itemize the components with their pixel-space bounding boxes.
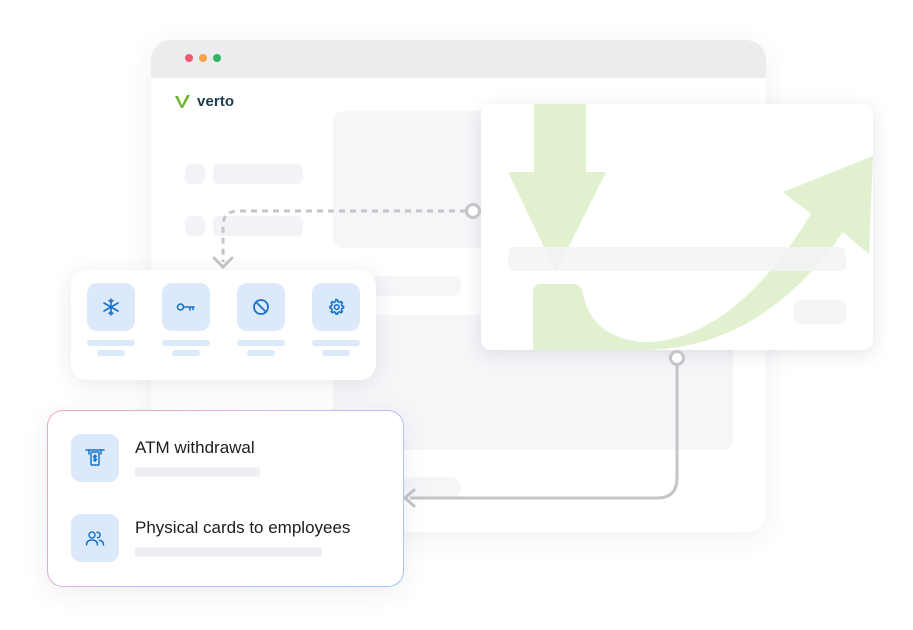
action-label-skeleton xyxy=(312,340,360,346)
feature-description-skeleton xyxy=(135,547,322,557)
users-icon xyxy=(85,531,105,546)
action-label-skeleton xyxy=(237,340,285,346)
atm-withdrawal-icon-tile xyxy=(71,434,119,482)
action-label-skeleton xyxy=(172,350,200,356)
action-label-skeleton xyxy=(247,350,275,356)
block-icon xyxy=(253,299,269,315)
physical-cards-icon-tile xyxy=(71,514,119,562)
freeze-card-button[interactable] xyxy=(87,283,135,331)
card-actions-panel xyxy=(71,270,376,380)
feature-description-skeleton xyxy=(135,467,260,477)
action-label-skeleton xyxy=(97,350,125,356)
atm-cash-icon xyxy=(85,449,105,466)
card-pin-button[interactable] xyxy=(162,283,210,331)
gear-icon xyxy=(329,298,345,315)
action-label-skeleton xyxy=(162,340,210,346)
action-label-skeleton xyxy=(87,340,135,346)
feature-title-atm-withdrawal: ATM withdrawal xyxy=(135,438,255,457)
features-panel: ATM withdrawal Physical cards to employe… xyxy=(47,410,404,587)
card-settings-button[interactable] xyxy=(312,283,360,331)
snowflake-icon xyxy=(103,298,119,316)
action-label-skeleton xyxy=(322,350,350,356)
feature-title-physical-cards: Physical cards to employees xyxy=(135,518,351,537)
block-card-button[interactable] xyxy=(237,283,285,331)
key-icon xyxy=(176,303,195,311)
